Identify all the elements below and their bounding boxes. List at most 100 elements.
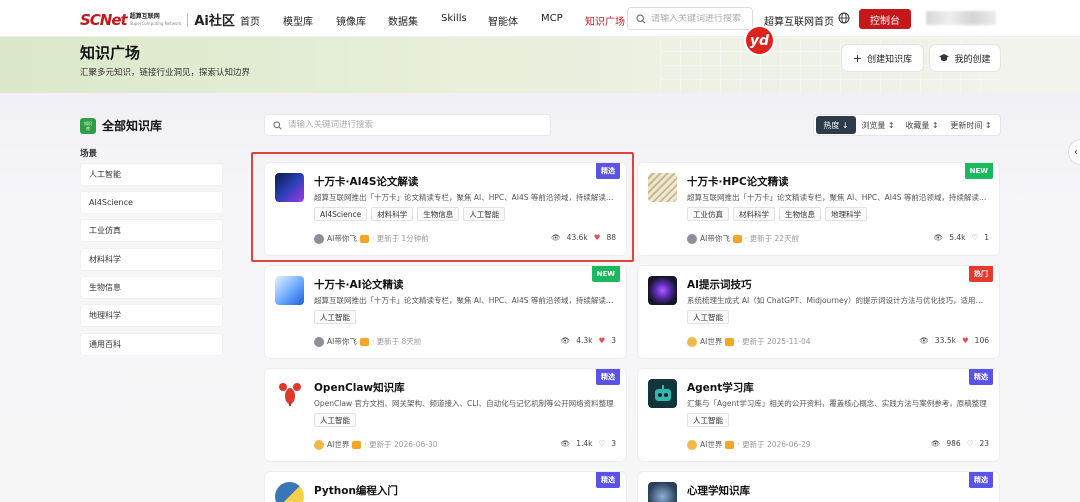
sort-updated[interactable]: 更新时间 ↕ [944,116,998,134]
nav-knowledge[interactable]: 知识广场 [585,13,625,28]
badge-featured: 精选 [969,472,993,488]
kb-card[interactable]: 十万卡·HPC论文精读 超算互联网推出「十万卡」论文精读专栏，聚焦 AI、HPC… [637,162,1000,256]
card-desc: 汇集与「Agent学习库」相关的公开资料，覆盖核心概念、实践方法与案例参考，原稿… [687,399,987,408]
card-tag[interactable]: 人工智能 [463,207,506,221]
heart-outline-icon[interactable]: ♡ [967,439,974,448]
card-author[interactable]: AI世界 [327,439,349,450]
kb-card[interactable]: AI提示词技巧 系统梳理生成式 AI（如 ChatGPT、Midjourney）… [637,265,1000,359]
card-tag[interactable]: 人工智能 [687,310,729,324]
card-tag[interactable]: 人工智能 [314,413,356,427]
heart-outline-icon[interactable]: ♡ [971,233,978,242]
card-tag[interactable]: 工业仿真 [687,207,729,221]
card-tag[interactable]: AI4Science [314,207,368,221]
top-search-box[interactable] [627,7,753,30]
badge-featured: 精选 [969,369,993,385]
sidebar-item-materials[interactable]: 材料科学 [80,248,223,271]
sidebar-item-bioinfo[interactable]: 生物信息 [80,276,223,299]
card-tag[interactable]: 地理科学 [825,207,867,221]
nav-skills[interactable]: Skills [441,13,467,24]
nav-agents[interactable]: 智能体 [488,13,518,28]
card-tag[interactable]: 人工智能 [314,310,356,324]
card-tag[interactable]: 生物信息 [417,207,460,221]
card-tag[interactable]: 生物信息 [779,207,821,221]
heart-icon[interactable]: ♥ [962,336,969,345]
top-search-input[interactable] [651,13,747,24]
kb-search-input[interactable] [288,120,538,130]
card-views: 1.4k [576,439,593,448]
sidebar-title: 知识 库 全部知识库 [80,117,162,134]
author-avatar [687,439,697,450]
card-thumbnail [648,379,677,408]
card-author[interactable]: AI世界 [700,439,722,450]
badge-hot: 热门 [969,266,993,282]
card-tag[interactable]: 材料科学 [371,207,414,221]
sort-views[interactable]: 浏览量 ↕ [856,116,900,134]
vip-badge-icon [725,337,735,346]
badge-new: NEW [591,266,620,282]
kb-card[interactable]: 十万卡·AI4S论文解读 超算互联网推出「十万卡」论文精读专栏，聚焦 AI、HP… [264,162,627,256]
brand-logo[interactable]: SCNet 超算互联网 SuperComputing Network Ai社区 [80,10,235,30]
card-likes: 1 [984,233,989,242]
card-author[interactable]: AI带你飞 [700,233,730,244]
kb-card[interactable]: Agent学习库 汇集与「Agent学习库」相关的公开资料，覆盖核心概念、实践方… [637,368,1000,462]
logo-cn: 超算互联网 [129,12,160,20]
scene-label: 场景 [80,149,98,159]
card-updated: · 更新于 1分钟前 [371,234,429,243]
kb-card[interactable]: Python编程入门 精选 [264,471,627,502]
sidebar-item-industrial-sim[interactable]: 工业仿真 [80,219,223,242]
top-navbar: SCNet 超算互联网 SuperComputing Network Ai社区 … [0,0,1080,37]
supercomputing-home-link[interactable]: 超算互联网首页 [764,13,834,28]
card-title: 十万卡·AI4S论文解读 [314,176,419,188]
heart-icon[interactable]: ♥ [594,233,601,242]
nav-mcp[interactable]: MCP [541,13,563,24]
floating-yd-badge[interactable]: yd [744,25,775,56]
card-updated: · 更新于 8天前 [371,337,422,346]
my-created-button[interactable]: 我的创建 [930,45,1000,71]
page-title: 知识广场 [80,44,141,62]
nav-home[interactable]: 首页 [240,13,260,28]
sidebar-item-ai[interactable]: 人工智能 [80,163,223,186]
card-thumbnail [275,173,304,202]
card-author[interactable]: AI带你飞 [327,233,357,244]
card-author[interactable]: AI带你飞 [327,336,357,347]
eye-icon: 👁 [933,233,944,242]
card-views: 4.3k [576,336,593,345]
kb-card[interactable]: 心理学知识库 精选 [637,471,1000,502]
kb-card[interactable]: 十万卡·AI论文精读 超算互联网推出「十万卡」论文精读专栏，聚焦 AI、HPC、… [264,265,627,359]
nav-models[interactable]: 模型库 [283,13,313,28]
card-tag[interactable]: 材料科学 [733,207,775,221]
kb-search-box[interactable] [264,114,551,136]
author-avatar [314,336,324,347]
badge-featured: 精选 [596,369,620,385]
globe-icon[interactable] [838,12,850,24]
search-icon [273,120,282,130]
card-author[interactable]: AI世界 [700,336,722,347]
sort-favorites[interactable]: 收藏量 ↕ [900,116,944,134]
logo-section: Ai社区 [194,14,235,29]
eye-icon: 👁 [551,233,561,242]
eye-icon: 👁 [560,336,571,345]
card-thumbnail [648,173,677,202]
eye-icon: 👁 [919,336,929,345]
sidebar-item-encyclopedia[interactable]: 通用百科 [80,333,223,356]
console-button[interactable]: 控制台 [859,9,911,29]
author-avatar [314,439,324,450]
card-tag[interactable]: 人工智能 [687,413,729,427]
sort-hot[interactable]: 热度 ↓ [816,116,856,134]
card-likes: 3 [611,439,616,448]
card-thumbnail [275,482,304,502]
heart-icon[interactable]: ♥ [598,336,605,345]
sidebar-item-ai4science[interactable]: AI4Science [80,191,223,214]
user-account-blurred[interactable] [926,11,996,25]
nav-datasets[interactable]: 数据集 [388,13,418,28]
kb-card[interactable]: OpenClaw知识库 OpenClaw 官方文档、网关架构、频道接入、CLI、… [264,368,627,462]
nav-images[interactable]: 镜像库 [336,13,366,28]
badge-new: NEW [964,163,993,179]
create-knowledge-base-button[interactable]: + 创建知识库 [842,45,923,71]
card-thumbnail [648,482,677,502]
vip-badge-icon [359,234,369,243]
card-desc: 超算互联网推出「十万卡」论文精读专栏，聚焦 AI、HPC、AI4S 等前沿领域，… [314,193,614,202]
heart-outline-icon[interactable]: ♡ [598,439,605,448]
card-desc: 超算互联网推出「十万卡」论文精读专栏，聚焦 AI、HPC、AI4S 等前沿领域，… [687,193,987,202]
sidebar-item-geo[interactable]: 地理科学 [80,304,223,327]
